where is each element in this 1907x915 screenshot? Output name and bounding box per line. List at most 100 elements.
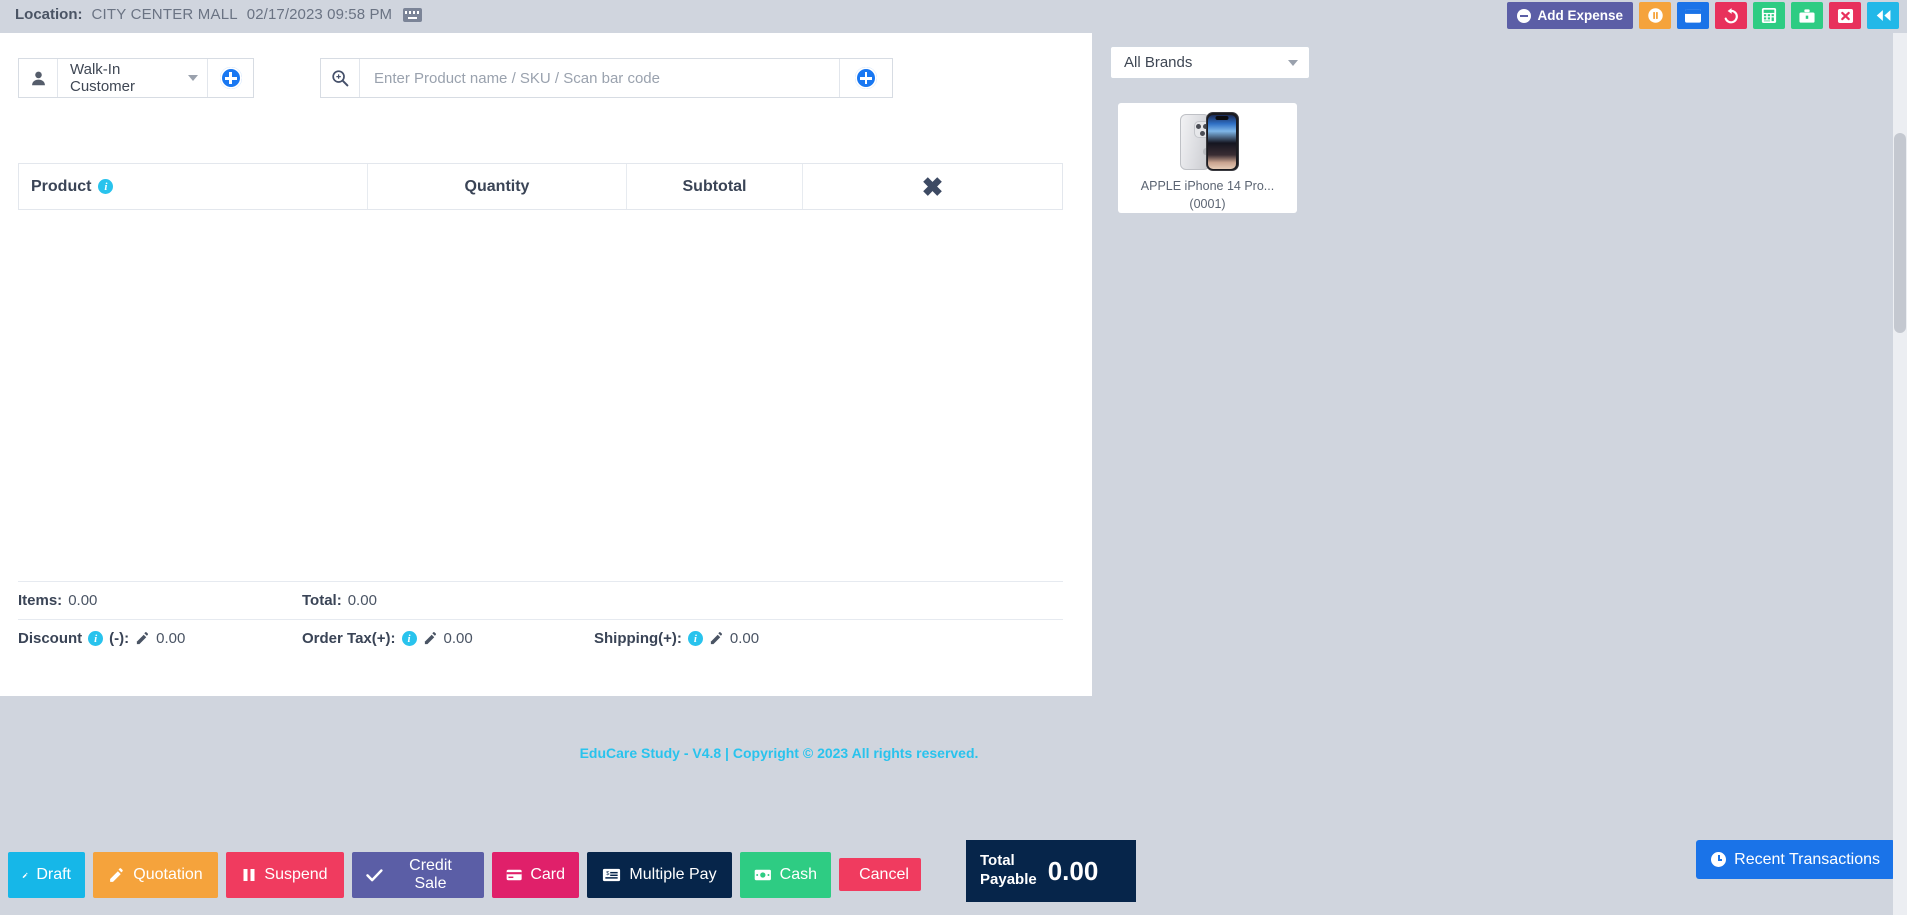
column-label-subtotal: Subtotal (682, 177, 747, 195)
sale-panel: Walk-In Customer Pro (0, 33, 1092, 696)
page-scrollbar-thumb[interactable] (1894, 133, 1906, 333)
briefcase-icon (1799, 8, 1815, 23)
customer-selector-group: Walk-In Customer (18, 58, 254, 98)
draft-button[interactable]: Draft (8, 852, 85, 898)
column-header-remove: ✖ (803, 164, 1062, 209)
add-expense-button[interactable]: Add Expense (1507, 2, 1633, 29)
info-circle-icon[interactable]: i (687, 631, 703, 646)
credit-sale-label: Credit Sale (409, 857, 452, 892)
edit-order-tax-icon[interactable] (423, 631, 438, 646)
x-box-icon (1837, 8, 1853, 23)
order-tax-value: 0.00 (443, 630, 473, 647)
pause-bars-icon (243, 869, 255, 881)
info-circle-icon[interactable]: i (401, 631, 417, 646)
column-label-product: Product (31, 177, 92, 195)
pos-page: Location: CITY CENTER MALL 02/17/2023 09… (0, 0, 1907, 915)
totals-row-secondary: Discount i (-): 0.00 Order Tax(+): i 0.0… (18, 619, 1063, 657)
footer-copyright: EduCare Study - V4.8 | Copyright © 2023 … (579, 745, 979, 761)
column-label-quantity: Quantity (464, 177, 530, 195)
shipping-value: 0.00 (729, 630, 760, 647)
location-info: Location: CITY CENTER MALL 02/17/2023 09… (15, 6, 423, 23)
column-header-product: Product i (19, 164, 368, 209)
total-payable-amount: 0.00 (1047, 855, 1099, 886)
edit-square-icon (110, 867, 124, 882)
cancel-button[interactable]: Cancel (839, 858, 921, 891)
open-register-button[interactable] (1677, 2, 1709, 29)
cart-table: Product i Quantity Subtotal ✖ (18, 163, 1063, 580)
close-button[interactable] (1829, 2, 1861, 29)
phone-front-view (1205, 112, 1239, 171)
discount-cell: Discount i (-): 0.00 (18, 630, 302, 647)
multiple-pay-button[interactable]: $ Multiple Pay (587, 852, 732, 898)
remove-all-icon[interactable]: ✖ (922, 174, 944, 200)
pause-register-button[interactable] (1639, 2, 1671, 29)
order-tax-cell: Order Tax(+): i 0.00 (302, 630, 594, 647)
double-chevron-left-icon (1876, 10, 1890, 21)
cancel-label: Cancel (859, 865, 909, 883)
discount-label: Discount (18, 630, 83, 647)
credit-sale-button[interactable]: Credit Sale (352, 852, 484, 898)
card-label: Card (530, 866, 565, 883)
product-card[interactable]: APPLE iPhone 14 Pro... (0001) (1118, 103, 1297, 213)
cash-button[interactable]: Cash (740, 852, 831, 898)
product-code: (0001) (1189, 196, 1226, 211)
calculator-icon (1761, 7, 1777, 24)
keyboard-icon[interactable] (403, 7, 423, 22)
calculator-button[interactable] (1753, 2, 1785, 29)
dynamic-island (1215, 116, 1229, 120)
discount-value: 0.00 (156, 630, 186, 647)
toolbox-button[interactable] (1791, 2, 1823, 29)
edit-discount-icon[interactable] (135, 631, 150, 646)
toolbar: Add Expense (1507, 2, 1899, 29)
total-payable-line2: Payable (980, 871, 1037, 888)
phone-screen (1208, 114, 1236, 169)
window-card-icon (1685, 8, 1701, 23)
items-cell: Items: 0.00 (18, 592, 302, 609)
top-bar: Location: CITY CENTER MALL 02/17/2023 09… (0, 0, 1907, 33)
reset-button[interactable] (1715, 2, 1747, 29)
info-circle-icon[interactable]: i (88, 631, 104, 646)
search-input[interactable] (360, 59, 839, 97)
product-search-group (320, 58, 893, 98)
money-bill-icon: $ (603, 868, 621, 882)
chevron-down-icon (1288, 59, 1298, 66)
check-icon (366, 868, 383, 881)
customer-select[interactable]: Walk-In Customer (58, 59, 208, 97)
edit-shipping-icon[interactable] (709, 631, 724, 646)
entry-row: Walk-In Customer (18, 58, 893, 98)
edit-square-icon (22, 872, 28, 878)
add-product-button[interactable] (839, 59, 892, 97)
shipping-label: Shipping(+): (594, 630, 682, 647)
total-payable-label: Total Payable (980, 852, 1037, 890)
plus-circle-icon (855, 67, 877, 89)
current-datetime: 02/17/2023 09:58 PM (246, 6, 393, 23)
column-header-quantity: Quantity (368, 164, 627, 209)
quotation-button[interactable]: Quotation (93, 852, 218, 898)
card-button[interactable]: Card (492, 852, 579, 898)
customer-selected-label: Walk-In Customer (70, 61, 136, 95)
quotation-label: Quotation (133, 866, 203, 883)
total-label: Total: (302, 592, 342, 609)
column-header-subtotal: Subtotal (627, 164, 803, 209)
draft-label: Draft (36, 866, 71, 883)
undo-arrow-icon (1724, 7, 1738, 23)
recent-transactions-button[interactable]: Recent Transactions (1696, 840, 1895, 879)
add-customer-button[interactable] (208, 59, 253, 97)
collapse-button[interactable] (1867, 2, 1899, 29)
plus-circle-icon (219, 67, 242, 89)
minus-circle-icon (1517, 8, 1532, 23)
cart-table-header: Product i Quantity Subtotal ✖ (18, 163, 1063, 210)
page-scrollbar-track[interactable] (1893, 33, 1907, 915)
total-value: 0.00 (347, 592, 377, 609)
totals-row-primary: Items: 0.00 Total: 0.00 (18, 581, 1063, 619)
location-label: Location: (15, 6, 83, 23)
location-name: CITY CENTER MALL (91, 6, 238, 23)
iphone-product-image (1170, 111, 1246, 171)
clock-icon (1711, 852, 1727, 867)
items-label: Items: (18, 592, 63, 609)
suspend-button[interactable]: Suspend (226, 852, 344, 898)
info-circle-icon[interactable]: i (98, 179, 114, 194)
totals-section: Items: 0.00 Total: 0.00 Discount i (-): (18, 581, 1063, 657)
brand-filter-select[interactable]: All Brands (1110, 46, 1310, 79)
order-tax-label: Order Tax(+): (302, 630, 396, 647)
